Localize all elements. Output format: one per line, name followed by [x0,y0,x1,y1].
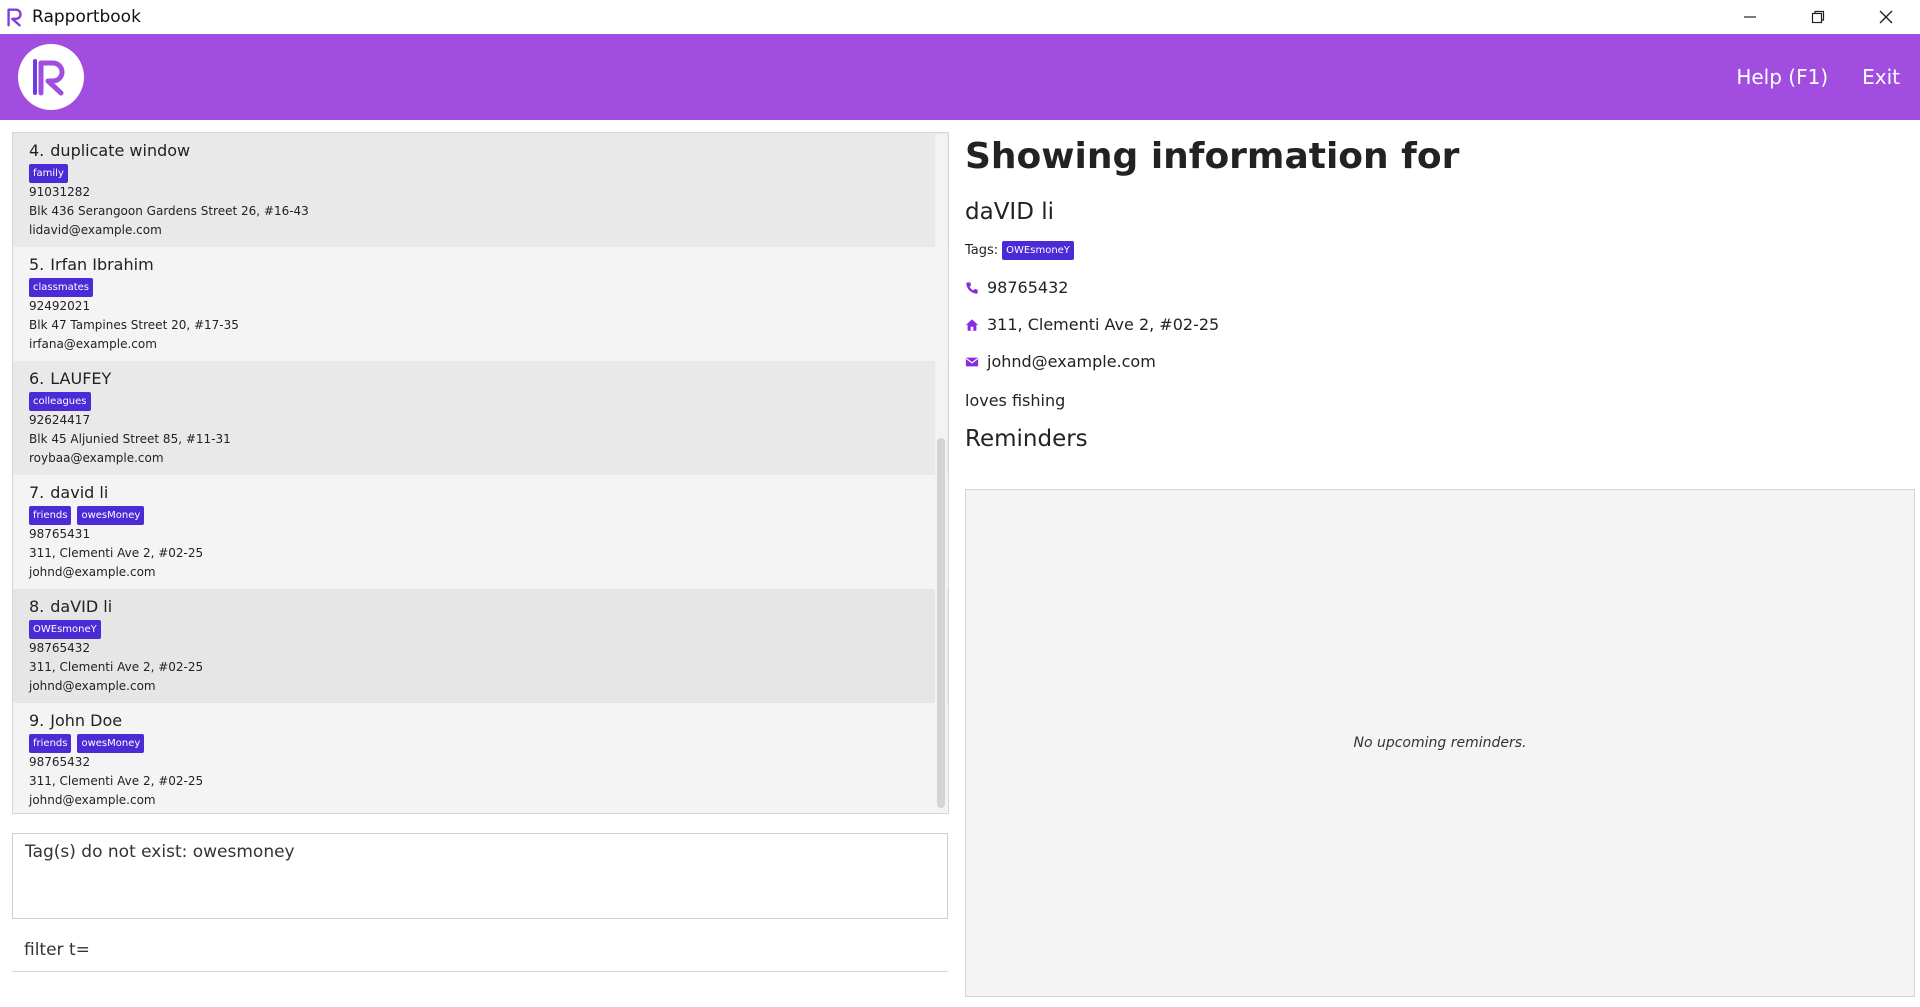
window-titlebar: Rapportbook [0,0,1920,34]
person-email: johnd@example.com [29,793,156,807]
person-index: 6. [29,369,45,388]
window-title: Rapportbook [32,7,141,27]
person-tags: friends owesMoney [29,506,932,525]
phone-icon [966,281,978,294]
tag: classmates [29,278,93,297]
person-email: johnd@example.com [29,565,156,579]
rapportbook-logo-icon [33,59,65,96]
person-phone: 98765432 [29,755,91,769]
tag: owesMoney [77,734,145,753]
person-detail-panel: Showing information for daVID li Tags: O… [965,132,1915,452]
person-address: Blk 45 Aljunied Street 85, #11-31 [29,432,231,446]
person-index: 5. [29,255,45,274]
list-scrollbar[interactable] [935,134,947,812]
detail-phone: 98765432 [987,278,1069,297]
exit-menu[interactable]: Exit [1862,65,1900,89]
person-address: Blk 47 Tampines Street 20, #17-35 [29,318,239,332]
app-logo-icon [7,8,22,27]
person-phone: 91031282 [29,185,91,199]
tag: friends [29,734,72,753]
person-phone: 98765431 [29,527,91,541]
person-card-selected[interactable]: 8. daVID li OWEsmoneY 98765432 311, Cleme… [13,589,948,703]
home-icon [965,318,979,331]
person-card[interactable]: 6. LAUFEY colleagues 92624417 Blk 45 Alju… [13,361,948,475]
result-text: Tag(s) do not exist: owesmoney [25,842,295,862]
person-tags: friends owesMoney [29,734,932,753]
tag: friends [29,506,72,525]
person-tags: classmates [29,278,932,297]
person-phone: 92624417 [29,413,91,427]
minimize-button[interactable] [1716,0,1784,34]
detail-tags: Tags: OWEsmoneY [965,241,1915,260]
detail-address-row: 311, Clementi Ave 2, #02-25 [965,315,1915,334]
minimize-icon [1744,16,1756,18]
detail-heading: Showing information for [965,136,1460,177]
person-name: John Doe [50,711,123,730]
result-display: Tag(s) do not exist: owesmoney [12,833,948,919]
person-email: roybaa@example.com [29,451,164,465]
tag: OWEsmoneY [29,620,101,639]
restore-icon [1811,10,1825,24]
person-name: Irfan Ibrahim [50,255,154,274]
detail-email-row: johnd@example.com [965,352,1915,371]
detail-email: johnd@example.com [987,352,1156,371]
person-card[interactable]: 7. david li friends owesMoney 98765431 311… [13,475,948,589]
person-index: 9. [29,711,45,730]
person-address: 311, Clementi Ave 2, #02-25 [29,546,204,560]
detail-phone-row: 98765432 [965,278,1915,297]
scrollbar-thumb[interactable] [937,438,945,808]
detail-name: daVID li [965,199,1055,225]
person-name: LAUFEY [50,369,112,388]
reminders-title: Reminders [965,426,1088,452]
command-input[interactable]: filter t= [12,930,948,972]
detail-tags-label: Tags: [965,243,999,258]
app-logo [18,44,84,110]
person-address: 311, Clementi Ave 2, #02-25 [29,774,204,788]
reminders-empty-text: No upcoming reminders. [1353,735,1527,751]
command-text: filter t= [24,940,90,960]
person-card[interactable]: 9. John Doe friends owesMoney 98765432 311… [13,703,948,813]
person-address: 311, Clementi Ave 2, #02-25 [29,660,204,674]
person-name: daVID li [50,597,113,616]
tag: family [29,164,68,183]
restore-button[interactable] [1784,0,1852,34]
person-tags: colleagues [29,392,932,411]
person-phone: 92492021 [29,299,91,313]
reminders-list: No upcoming reminders. [965,489,1915,997]
detail-note: loves fishing [965,391,1066,410]
person-index: 4. [29,141,45,160]
person-phone: 98765432 [29,641,91,655]
person-index: 7. [29,483,45,502]
person-list[interactable]: 4. duplicate window family 91031282 Blk 4… [12,132,949,814]
person-address: Blk 436 Serangoon Gardens Street 26, #16… [29,204,309,218]
person-email: irfana@example.com [29,337,157,351]
person-email: lidavid@example.com [29,223,162,237]
tag: owesMoney [77,506,145,525]
header-menu: Help (F1) Exit [1736,34,1900,120]
app-header: Help (F1) Exit [0,34,1920,120]
person-tags: family [29,164,932,183]
person-name: duplicate window [50,141,191,160]
tag: OWEsmoneY [1002,241,1074,260]
person-card[interactable]: 5. Irfan Ibrahim classmates 92492021 Blk … [13,247,948,361]
person-tags: OWEsmoneY [29,620,932,639]
person-card[interactable]: 4. duplicate window family 91031282 Blk 4… [13,133,948,247]
tag: colleagues [29,392,91,411]
email-icon [965,357,979,366]
close-icon [1879,10,1893,24]
person-index: 8. [29,597,45,616]
help-menu[interactable]: Help (F1) [1736,65,1828,89]
close-button[interactable] [1852,0,1920,34]
window-controls [1716,0,1920,34]
person-name: david li [50,483,109,502]
person-email: johnd@example.com [29,679,156,693]
detail-address: 311, Clementi Ave 2, #02-25 [987,315,1220,334]
